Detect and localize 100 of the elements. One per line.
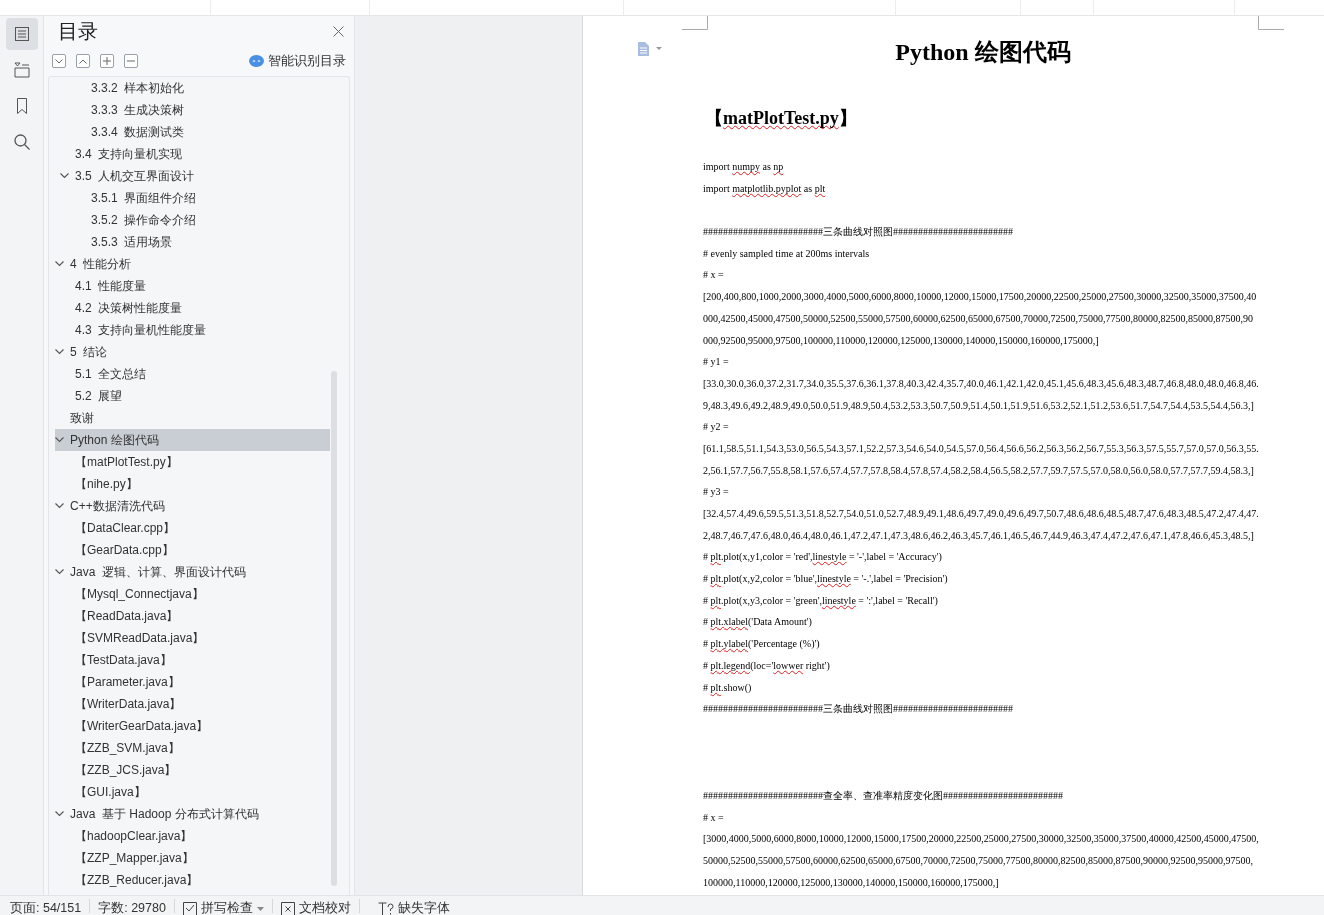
toc-item[interactable]: 3.5.2 操作命令介绍 — [55, 209, 330, 231]
scrollbar[interactable] — [331, 371, 337, 886]
missing-fonts-button[interactable]: 缺失字体 — [377, 896, 450, 915]
crop-mark — [1258, 16, 1284, 30]
code-line: 50000,52500,55000,57500,60000,62500,65000,67500,70000,72500,75000,77500,80000,82500,85000,87500,90000,92500,95000,97500, — [703, 854, 1253, 868]
toc-item[interactable]: 3.3.3 生成决策树 — [55, 99, 330, 121]
code-line: 2,48.7,46.7,47.6,48.0,46.4,48.0,46.1,47.2,47.1,47.3,48.6,46.2,46.3,45.7,46.1,46.5,46.7,44.9,46.3,47.4,47.2,47.6,47.1,47.8,46.6,45.3,48.5,] — [703, 528, 1254, 543]
code-line: # x = — [703, 268, 724, 283]
code-line: import numpy as np — [703, 160, 784, 174]
code-line: # plt.plot(x,y3,color = 'green',linestyle = ':',label = 'Recall') — [703, 593, 938, 608]
toc-item[interactable]: 4.2 决策树性能度量 — [55, 297, 330, 319]
code-line: # y3 = — [703, 485, 729, 500]
plus-icon — [103, 57, 111, 65]
font-question-icon — [377, 901, 394, 915]
code-line: # plt.plot(x,y2,color = 'blue',linestyle = '-.',label = 'Precision') — [703, 572, 948, 587]
toc-item[interactable]: 【WriterGearData.java】 — [55, 715, 330, 737]
toc-item[interactable]: 【matPlotTest.py】 — [55, 451, 330, 473]
code-line: # x = — [703, 810, 724, 825]
toc-item[interactable]: 3.3.2 样本初始化 — [55, 77, 330, 99]
caret-icon — [256, 906, 264, 911]
code-line: # plt.plot(x,y1,color = 'red',linestyle = '-',label = 'Accuracy') — [703, 550, 942, 565]
code-line: # y1 = — [703, 355, 729, 370]
promote-button[interactable] — [100, 54, 114, 68]
code-line: import matplotlib.pyplot as plt — [703, 181, 826, 196]
toc-item[interactable]: 【ZZB_JCS.java】 — [55, 759, 330, 781]
code-line: # evenly sampled time at 200ms intervals — [703, 246, 870, 261]
close-icon[interactable] — [333, 25, 344, 37]
crop-mark — [682, 16, 708, 30]
smart-toc-button[interactable]: 智能识别目录 — [249, 52, 346, 70]
toc-item[interactable]: 3.3.4 数据测试类 — [55, 121, 330, 143]
demote-button[interactable] — [124, 54, 138, 68]
sidebar-tab[interactable] — [5, 18, 38, 50]
chevron-down-icon — [55, 811, 64, 817]
panel-title: 目录 — [58, 18, 99, 44]
toc-item[interactable]: 【hadoopClear.java】 — [55, 825, 330, 847]
code-line: # plt.legend(loc='lowwer right') — [703, 658, 830, 673]
toc-item[interactable]: Java 基于 Hadoop 分布式计算代码 — [55, 803, 330, 825]
folder-tree-icon — [12, 61, 31, 79]
spell-check-button[interactable]: 拼写检查 — [182, 896, 264, 915]
chevron-down-icon — [55, 58, 63, 64]
code-line: 000,92500,95000,97500,100000,110000,120000,125000,130000,140000,150000,160000,175000,] — [703, 333, 1099, 348]
section-heading: 【matPlotTest.py】 — [705, 108, 857, 128]
toc-item[interactable]: 【nihe.py】 — [55, 473, 330, 495]
chevron-down-icon — [55, 261, 64, 267]
code-line: 2,56.1,57.7,56.7,55.8,58.1,57.6,57.4,57.7,57.8,58.4,57.8,57.4,58.2,58.4,56.5,58.2,57.7,59.7,57.5,57.0,58.0,56.0,58.0,57.7,57.7,59.4,58.3,] — [703, 463, 1254, 478]
bookmark-icon — [15, 97, 28, 115]
code-line: ########################三条曲线对照图######################## — [703, 702, 1013, 717]
toc-item[interactable]: 4.1 性能度量 — [55, 275, 330, 297]
code-line: [3000,4000,5000,6000,8000,10000,12000,15000,17500,20000,22500,25000,27500,30000,32500,35000,37500,40000,42500,45000,47500, — [703, 832, 1259, 847]
toc-item[interactable]: 5.2 展望 — [55, 385, 330, 407]
code-line: [61.1,58.5,51.1,54.3,53.0,56.5,54.3,57.1,52.2,57.3,54.6,54.0,54.5,57.0,56.4,56.6,56.2,56.3,56.2,56.7,55.3,56.3,57.5,55.7,57.0,57.0,56.3,55. — [703, 441, 1259, 456]
toc-item[interactable]: 【Mysql_Connectjava】 — [55, 583, 330, 605]
toc-item[interactable]: 【TestData.java】 — [55, 649, 330, 671]
code-line: 9,48.3,49.6,49.2,48.9,49.0,50.0,51.9,48.9,50.4,53.2,53.3,50.7,50.9,51.4,50.1,51.9,51.6,53.2,52.1,51.2,53.6,51.7,54.7,54.4,53.5,54.4,56.3,] — [703, 398, 1254, 413]
toc-item[interactable]: 5.1 全文总结 — [55, 363, 330, 385]
word-count: 字数: 29780 — [98, 900, 166, 915]
code-line: [200,400,800,1000,2000,3000,4000,5000,6000,8000,10000,12000,15000,17500,20000,22500,25000,27500,30000,32500,35000,37500,40 — [703, 290, 1257, 305]
toc-item[interactable]: Java 逻辑、计算、界面设计代码 — [55, 561, 330, 583]
search-icon — [12, 133, 31, 151]
toc-item[interactable]: 4 性能分析 — [55, 253, 330, 275]
check-box-icon — [182, 901, 197, 915]
minus-icon — [127, 57, 135, 65]
code-line: # plt.show() — [703, 680, 752, 695]
code-line: # plt.xlabel('Data Amount') — [703, 615, 812, 630]
chevron-up-icon — [79, 58, 87, 64]
toc-item[interactable]: 3.5.3 适用场景 — [55, 231, 330, 253]
toc-item[interactable]: Python 绘图代码 — [55, 429, 330, 451]
toc-item[interactable]: 致谢 — [55, 407, 330, 429]
toc-item[interactable]: C++数据清洗代码 — [55, 495, 330, 517]
toc-item[interactable]: 【GearData.cpp】 — [55, 539, 330, 561]
code-line: [32.4,57.4,49.6,59.5,51.3,51.8,52.7,54.0,51.0,52.7,48.9,49.1,48.6,49.7,49.0,49.6,49.7,50.7,48.6,48.6,48.5,48.7,47.6,48.3,48.5,47.2,47.4,47. — [703, 507, 1259, 521]
outline-icon — [13, 26, 30, 42]
proofread-button[interactable]: 文档校对 — [280, 896, 351, 915]
code-line: ########################查全率、查准率精度变化图######################## — [703, 788, 1063, 803]
toc-item[interactable]: 【ReadData.java】 — [55, 605, 330, 627]
toc-item[interactable]: 【Parameter.java】 — [55, 671, 330, 693]
toc-item[interactable]: 3.4 支持向量机实现 — [55, 143, 330, 165]
toc-item[interactable]: 【GUI.java】 — [55, 781, 330, 803]
code-line: # plt.ylabel('Percentage (%)') — [703, 637, 820, 652]
code-line: 000,42500,45000,47500,50000,52500,55000,57500,60000,62500,65000,67500,70000,72500,75000,77500,80000,82500,85000,87500,90 — [703, 311, 1253, 326]
toc-item[interactable]: 【SVMReadData.java】 — [55, 627, 330, 649]
toc-item[interactable]: 4.3 支持向量机性能度量 — [55, 319, 330, 341]
chevron-down-icon — [55, 569, 64, 575]
toc-item[interactable]: 【ZZB_SVM.java】 — [55, 737, 330, 759]
collapse-all-button[interactable] — [52, 54, 66, 68]
toc-item[interactable]: 3.5.1 界面组件介绍 — [55, 187, 330, 209]
chevron-down-icon — [55, 349, 64, 355]
code-line: [33.0,30.0,36.0,37.2,31.7,34.0,35.5,37.6,36.1,37.8,40.3,42.4,35.7,40.0,46.1,42.1,42.0,45.1,45.6,48.3,45.6,48.3,48.7,46.8,48.0,48.0,46.8,46. — [703, 376, 1259, 391]
x-box-icon — [280, 901, 295, 915]
toc-item[interactable]: 【ZZP_Mapper.java】 — [55, 847, 330, 869]
expand-all-button[interactable] — [76, 54, 90, 68]
toc-item[interactable]: 【DataClear.cpp】 — [55, 517, 330, 539]
toc-item[interactable]: 【WriterData.java】 — [55, 693, 330, 715]
document-title: Python 绘图代码 — [895, 39, 1071, 65]
code-line: ########################三条曲线对照图######################## — [703, 225, 1013, 240]
toc-item[interactable]: 3.5 人机交互界面设计 — [55, 165, 330, 187]
toc-item[interactable]: 5 结论 — [55, 341, 330, 363]
code-line: 100000,110000,120000,125000,130000,140000,150000,160000,175000,] — [703, 875, 999, 890]
toc-item[interactable]: 【ZZB_Reducer.java】 — [55, 869, 330, 891]
robot-face-icon — [249, 55, 264, 67]
